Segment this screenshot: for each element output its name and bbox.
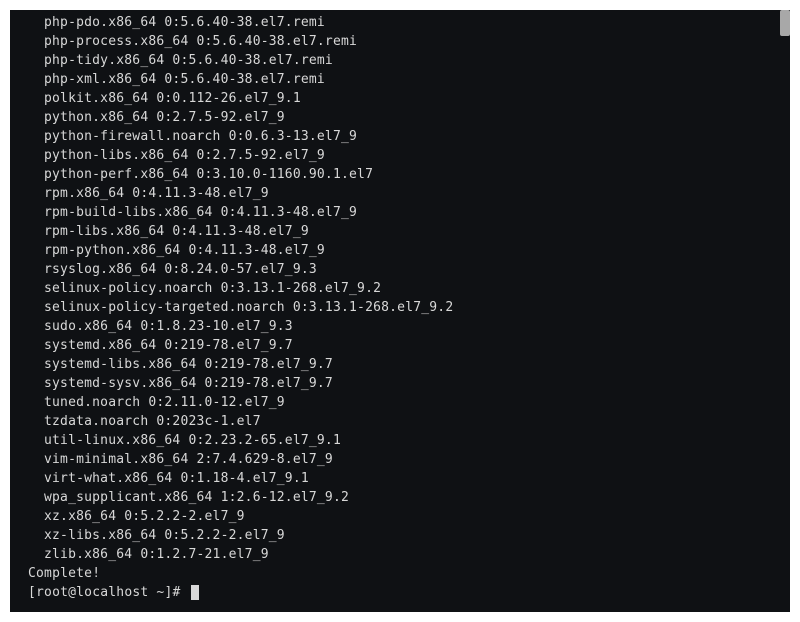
package-line: selinux-policy.noarch 0:3.13.1-268.el7_9…	[28, 279, 790, 298]
prompt-text: [root@localhost ~]#	[28, 583, 189, 602]
package-line: python-libs.x86_64 0:2.7.5-92.el7_9	[28, 146, 790, 165]
package-line: rpm-build-libs.x86_64 0:4.11.3-48.el7_9	[28, 203, 790, 222]
package-line: php-process.x86_64 0:5.6.40-38.el7.remi	[28, 32, 790, 51]
package-line: python-perf.x86_64 0:3.10.0-1160.90.1.el…	[28, 165, 790, 184]
package-line: systemd-libs.x86_64 0:219-78.el7_9.7	[28, 355, 790, 374]
package-line: zlib.x86_64 0:1.2.7-21.el7_9	[28, 545, 790, 564]
package-line: rpm-python.x86_64 0:4.11.3-48.el7_9	[28, 241, 790, 260]
package-line: sudo.x86_64 0:1.8.23-10.el7_9.3	[28, 317, 790, 336]
scrollbar-thumb[interactable]	[780, 10, 790, 36]
window-frame: php-pdo.x86_64 0:5.6.40-38.el7.remiphp-p…	[0, 0, 800, 622]
package-line: rpm.x86_64 0:4.11.3-48.el7_9	[28, 184, 790, 203]
package-line: util-linux.x86_64 0:2.23.2-65.el7_9.1	[28, 431, 790, 450]
package-line: python-firewall.noarch 0:0.6.3-13.el7_9	[28, 127, 790, 146]
package-line: tuned.noarch 0:2.11.0-12.el7_9	[28, 393, 790, 412]
package-line: selinux-policy-targeted.noarch 0:3.13.1-…	[28, 298, 790, 317]
complete-message: Complete!	[28, 564, 790, 583]
package-line: tzdata.noarch 0:2023c-1.el7	[28, 412, 790, 431]
package-line: polkit.x86_64 0:0.112-26.el7_9.1	[28, 89, 790, 108]
shell-prompt[interactable]: [root@localhost ~]#	[28, 583, 790, 602]
package-line: virt-what.x86_64 0:1.18-4.el7_9.1	[28, 469, 790, 488]
cursor-block	[191, 585, 199, 600]
package-line: systemd.x86_64 0:219-78.el7_9.7	[28, 336, 790, 355]
package-list: php-pdo.x86_64 0:5.6.40-38.el7.remiphp-p…	[28, 13, 790, 564]
package-line: rsyslog.x86_64 0:8.24.0-57.el7_9.3	[28, 260, 790, 279]
package-line: php-xml.x86_64 0:5.6.40-38.el7.remi	[28, 70, 790, 89]
terminal-output[interactable]: php-pdo.x86_64 0:5.6.40-38.el7.remiphp-p…	[10, 10, 790, 612]
package-line: xz.x86_64 0:5.2.2-2.el7_9	[28, 507, 790, 526]
package-line: vim-minimal.x86_64 2:7.4.629-8.el7_9	[28, 450, 790, 469]
package-line: wpa_supplicant.x86_64 1:2.6-12.el7_9.2	[28, 488, 790, 507]
package-line: systemd-sysv.x86_64 0:219-78.el7_9.7	[28, 374, 790, 393]
package-line: rpm-libs.x86_64 0:4.11.3-48.el7_9	[28, 222, 790, 241]
package-line: php-tidy.x86_64 0:5.6.40-38.el7.remi	[28, 51, 790, 70]
package-line: python.x86_64 0:2.7.5-92.el7_9	[28, 108, 790, 127]
package-line: xz-libs.x86_64 0:5.2.2-2.el7_9	[28, 526, 790, 545]
package-line: php-pdo.x86_64 0:5.6.40-38.el7.remi	[28, 13, 790, 32]
